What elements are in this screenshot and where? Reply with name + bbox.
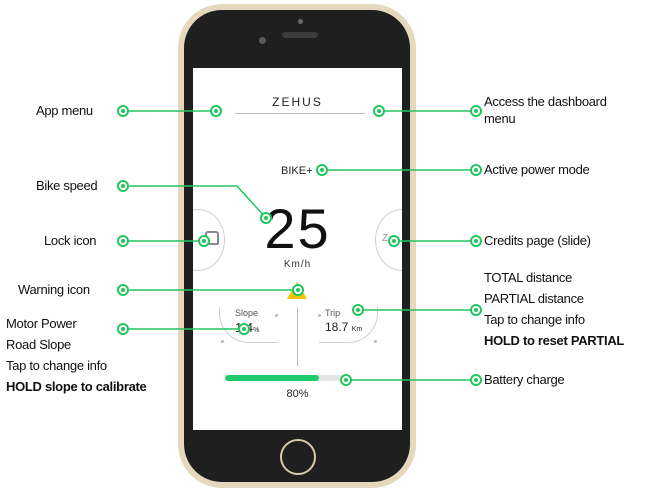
callout-motor-power: Motor Power (6, 316, 77, 331)
callout-dot (388, 235, 400, 247)
callout-dot (260, 212, 272, 224)
callout-dot (352, 304, 364, 316)
callout-dot (470, 304, 482, 316)
callout-lock-icon: Lock icon (44, 233, 97, 248)
callout-dot (470, 374, 482, 386)
callout-dot (198, 235, 210, 247)
callout-dot (470, 105, 482, 117)
callout-dot (316, 164, 328, 176)
callout-active-power-mode: Active power mode (484, 162, 590, 177)
callout-dot (292, 284, 304, 296)
callout-dot (238, 323, 250, 335)
callout-tap-left: Tap to change info (6, 358, 107, 373)
callout-dot (117, 105, 129, 117)
callout-dot (117, 235, 129, 247)
callout-dot (470, 164, 482, 176)
callout-battery-charge: Battery charge (484, 372, 565, 387)
callout-dot (210, 105, 222, 117)
callout-warning-icon: Warning icon (18, 282, 90, 297)
callout-dot (117, 323, 129, 335)
callout-hold-reset: HOLD to reset PARTIAL (484, 333, 625, 348)
callout-total-distance: TOTAL distance (484, 270, 573, 285)
callout-dot (117, 180, 129, 192)
callout-dot (373, 105, 385, 117)
callout-bike-speed: Bike speed (36, 178, 98, 193)
callout-app-menu: App menu (36, 103, 93, 118)
callout-hold-slope: HOLD slope to calibrate (6, 379, 147, 394)
callout-partial-distance: PARTIAL distance (484, 291, 584, 306)
callout-dot (117, 284, 129, 296)
callout-dot (340, 374, 352, 386)
callout-road-slope: Road Slope (6, 337, 71, 352)
callout-access-dashboard: Access the dashboard menu (484, 94, 607, 126)
callout-dot (470, 235, 482, 247)
callout-credits-page: Credits page (slide) (484, 233, 591, 248)
callout-tap-right: Tap to change info (484, 312, 585, 327)
